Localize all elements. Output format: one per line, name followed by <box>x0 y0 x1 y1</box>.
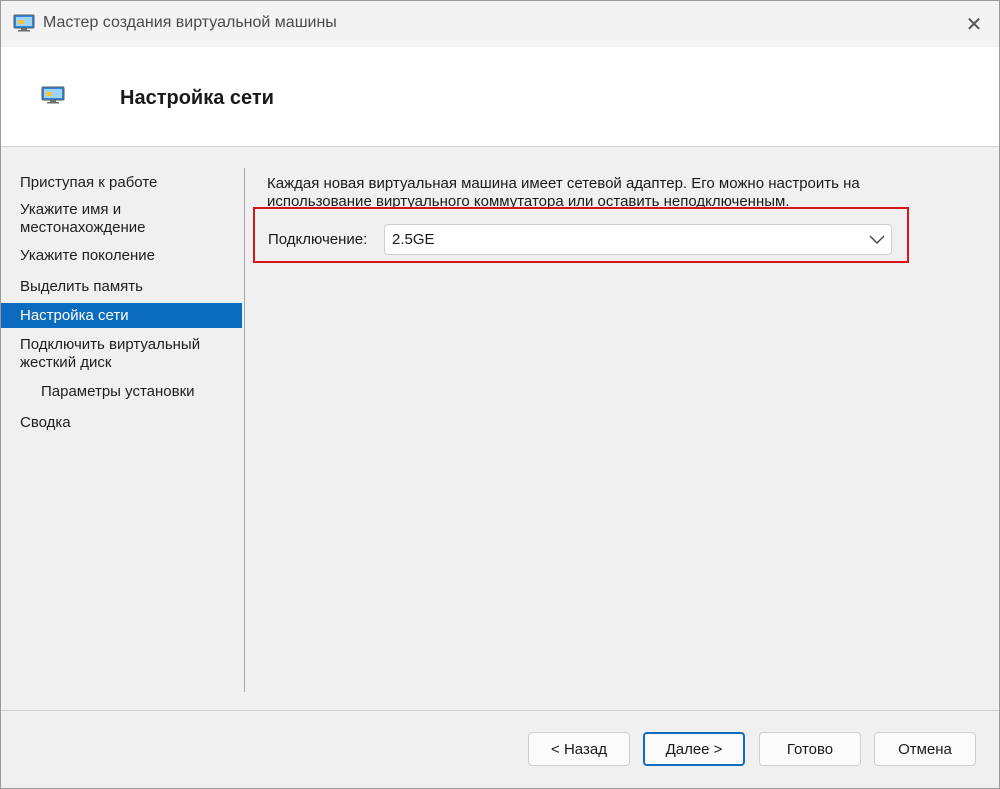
finish-button-label: Готово <box>786 740 834 758</box>
footer-divider <box>1 710 999 711</box>
cancel-button[interactable]: Отмена <box>874 732 976 766</box>
page-title: Настройка сети <box>120 87 274 109</box>
wizard-window: Мастер создания виртуальной машины ✕ Нас… <box>0 0 1000 789</box>
vm-monitor-icon <box>13 14 35 32</box>
sidebar-item-label: Параметры установки <box>41 383 195 400</box>
sidebar-item-label: Сводка <box>20 414 71 431</box>
vm-monitor-icon <box>41 86 65 104</box>
network-description: Каждая новая виртуальная машина имеет се… <box>267 175 860 210</box>
sidebar-item-summary[interactable]: Сводка <box>1 414 242 432</box>
connection-select[interactable]: 2.5GE <box>384 224 892 255</box>
connection-label: Подключение: <box>268 231 368 248</box>
sidebar-item-label: Укажите имя и местонахождение <box>20 201 146 236</box>
sidebar-item-name-location[interactable]: Укажите имя и местонахождение <box>1 201 201 237</box>
wizard-header: Настройка сети <box>1 47 999 147</box>
next-button-label: Далее > <box>665 740 723 758</box>
sidebar-item-memory[interactable]: Выделить память <box>1 278 242 296</box>
sidebar-item-virtual-disk[interactable]: Подключить виртуальный жесткий диск <box>1 336 226 372</box>
next-button[interactable]: Далее > <box>643 732 745 766</box>
main-content: Каждая новая виртуальная машина имеет се… <box>267 175 907 211</box>
close-icon: ✕ <box>965 13 983 36</box>
sidebar-item-generation[interactable]: Укажите поколение <box>1 247 242 265</box>
close-button[interactable]: ✕ <box>949 1 999 47</box>
sidebar-item-label: Укажите поколение <box>20 247 156 264</box>
connection-select-value: 2.5GE <box>392 231 435 248</box>
sidebar-item-networking[interactable]: Настройка сети <box>1 303 242 328</box>
cancel-button-label: Отмена <box>898 740 952 758</box>
sidebar-divider <box>244 168 245 692</box>
sidebar-item-label: Настройка сети <box>20 307 129 324</box>
sidebar-item-label: Выделить память <box>20 278 143 295</box>
chevron-down-icon <box>869 235 885 244</box>
window-title: Мастер создания виртуальной машины <box>43 14 337 31</box>
sidebar-item-installation-options[interactable]: Параметры установки <box>1 383 242 401</box>
wizard-steps-sidebar: Приступая к работе Укажите имя и местона… <box>1 147 244 692</box>
back-button[interactable]: < Назад <box>528 732 630 766</box>
title-bar: Мастер создания виртуальной машины ✕ <box>1 1 999 47</box>
finish-button[interactable]: Готово <box>759 732 861 766</box>
sidebar-item-label: Приступая к работе <box>20 174 158 191</box>
sidebar-item-getting-started[interactable]: Приступая к работе <box>1 174 242 192</box>
sidebar-item-label: Подключить виртуальный жесткий диск <box>20 336 201 371</box>
back-button-label: < Назад <box>551 740 607 758</box>
